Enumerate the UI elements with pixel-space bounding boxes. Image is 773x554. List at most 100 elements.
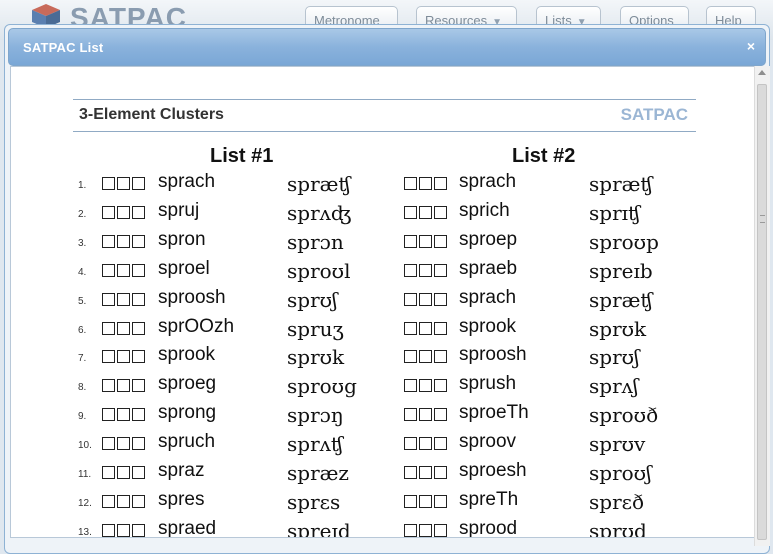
checkbox-square-icon[interactable]: [434, 466, 447, 479]
list1-word: sprong: [158, 402, 217, 424]
dialog-titlebar[interactable]: SATPAC List ×: [8, 28, 766, 66]
checkbox-square-icon[interactable]: [117, 466, 130, 479]
grip-icon: [760, 215, 765, 223]
checkbox-square-icon[interactable]: [419, 379, 432, 393]
checkbox-square-icon[interactable]: [117, 379, 130, 393]
checkbox-square-icon[interactable]: [419, 466, 432, 479]
checkbox-square-icon[interactable]: [404, 494, 417, 508]
checkbox-square-icon[interactable]: [132, 408, 145, 422]
checkbox-square-icon[interactable]: [132, 234, 145, 248]
checkbox-square-icon[interactable]: [117, 350, 130, 364]
checkbox-square-icon[interactable]: [102, 292, 115, 306]
checkbox-square-icon[interactable]: [132, 466, 145, 479]
list2-ipa: sprʊk: [589, 316, 647, 341]
checkbox-square-icon[interactable]: [404, 379, 417, 393]
checkbox-square-icon[interactable]: [419, 408, 432, 422]
checkbox-square-icon[interactable]: [102, 437, 115, 451]
checkbox-square-icon[interactable]: [419, 350, 432, 364]
checkbox-square-icon[interactable]: [419, 523, 432, 537]
list-row: 4. sproel sproʊl spraeb spreɪb: [11, 258, 751, 284]
list1-word: spruj: [158, 199, 200, 221]
checkbox-square-icon[interactable]: [404, 523, 417, 537]
checkbox-square-icon[interactable]: [132, 321, 145, 335]
checkbox-square-icon[interactable]: [434, 292, 447, 306]
checkbox-square-icon[interactable]: [132, 177, 145, 190]
scroll-up-arrow-icon[interactable]: [758, 70, 766, 75]
checkbox-square-icon[interactable]: [132, 263, 145, 277]
checkbox-square-icon[interactable]: [132, 494, 145, 508]
checkbox-square-icon[interactable]: [404, 321, 417, 335]
checkbox-square-icon[interactable]: [102, 263, 115, 277]
close-icon[interactable]: ×: [747, 38, 755, 54]
checkbox-square-icon[interactable]: [117, 177, 130, 190]
checkbox-square-icon[interactable]: [419, 263, 432, 277]
checkbox-group: [102, 494, 147, 508]
checkbox-square-icon[interactable]: [102, 466, 115, 479]
checkbox-square-icon[interactable]: [102, 379, 115, 393]
checkbox-square-icon[interactable]: [419, 177, 432, 190]
scrollbar-thumb[interactable]: [757, 84, 767, 540]
checkbox-square-icon[interactable]: [434, 234, 447, 248]
checkbox-square-icon[interactable]: [434, 263, 447, 277]
checkbox-square-icon[interactable]: [117, 523, 130, 537]
checkbox-square-icon[interactable]: [132, 523, 145, 537]
checkbox-square-icon[interactable]: [117, 234, 130, 248]
checkbox-square-icon[interactable]: [132, 379, 145, 393]
checkbox-square-icon[interactable]: [404, 408, 417, 422]
checkbox-square-icon[interactable]: [132, 350, 145, 364]
checkbox-group: [102, 466, 147, 479]
checkbox-square-icon[interactable]: [434, 205, 447, 219]
item-number: 12.: [78, 497, 92, 509]
list1-ipa: sprɔŋ: [287, 403, 344, 428]
checkbox-square-icon[interactable]: [404, 350, 417, 364]
checkbox-square-icon[interactable]: [117, 437, 130, 451]
checkbox-square-icon[interactable]: [404, 234, 417, 248]
checkbox-square-icon[interactable]: [434, 523, 447, 537]
checkbox-square-icon[interactable]: [102, 321, 115, 335]
list2-ipa: sproʊp: [589, 229, 659, 254]
checkbox-square-icon[interactable]: [404, 205, 417, 219]
checkbox-square-icon[interactable]: [419, 321, 432, 335]
checkbox-square-icon[interactable]: [434, 494, 447, 508]
checkbox-square-icon[interactable]: [404, 292, 417, 306]
checkbox-square-icon[interactable]: [419, 437, 432, 451]
vertical-scrollbar[interactable]: [754, 66, 770, 546]
checkbox-square-icon[interactable]: [419, 494, 432, 508]
checkbox-square-icon[interactable]: [117, 321, 130, 335]
checkbox-square-icon[interactable]: [132, 437, 145, 451]
checkbox-square-icon[interactable]: [419, 234, 432, 248]
checkbox-square-icon[interactable]: [102, 494, 115, 508]
checkbox-group: [102, 321, 147, 335]
checkbox-square-icon[interactable]: [434, 379, 447, 393]
checkbox-square-icon[interactable]: [434, 321, 447, 335]
checkbox-square-icon[interactable]: [434, 177, 447, 190]
checkbox-square-icon[interactable]: [102, 408, 115, 422]
checkbox-square-icon[interactable]: [132, 292, 145, 306]
checkbox-square-icon[interactable]: [117, 292, 130, 306]
checkbox-square-icon[interactable]: [404, 263, 417, 277]
checkbox-square-icon[interactable]: [102, 177, 115, 190]
checkbox-square-icon[interactable]: [117, 205, 130, 219]
item-number: 10.: [78, 440, 92, 452]
checkbox-square-icon[interactable]: [102, 234, 115, 248]
checkbox-square-icon[interactable]: [117, 494, 130, 508]
checkbox-square-icon[interactable]: [404, 437, 417, 451]
checkbox-group: [102, 292, 147, 306]
dialog-title: SATPAC List: [23, 40, 104, 55]
checkbox-square-icon[interactable]: [404, 177, 417, 190]
list2-ipa: sproʊʃ: [589, 461, 652, 485]
checkbox-square-icon[interactable]: [419, 292, 432, 306]
list2-word: sprach: [459, 171, 517, 192]
checkbox-square-icon[interactable]: [102, 350, 115, 364]
checkbox-square-icon[interactable]: [132, 205, 145, 219]
checkbox-square-icon[interactable]: [434, 350, 447, 364]
checkbox-square-icon[interactable]: [434, 408, 447, 422]
checkbox-square-icon[interactable]: [434, 437, 447, 451]
checkbox-group: [404, 523, 449, 537]
checkbox-square-icon[interactable]: [419, 205, 432, 219]
checkbox-square-icon[interactable]: [404, 466, 417, 479]
checkbox-square-icon[interactable]: [102, 523, 115, 537]
checkbox-square-icon[interactable]: [117, 408, 130, 422]
checkbox-square-icon[interactable]: [117, 263, 130, 277]
checkbox-square-icon[interactable]: [102, 205, 115, 219]
